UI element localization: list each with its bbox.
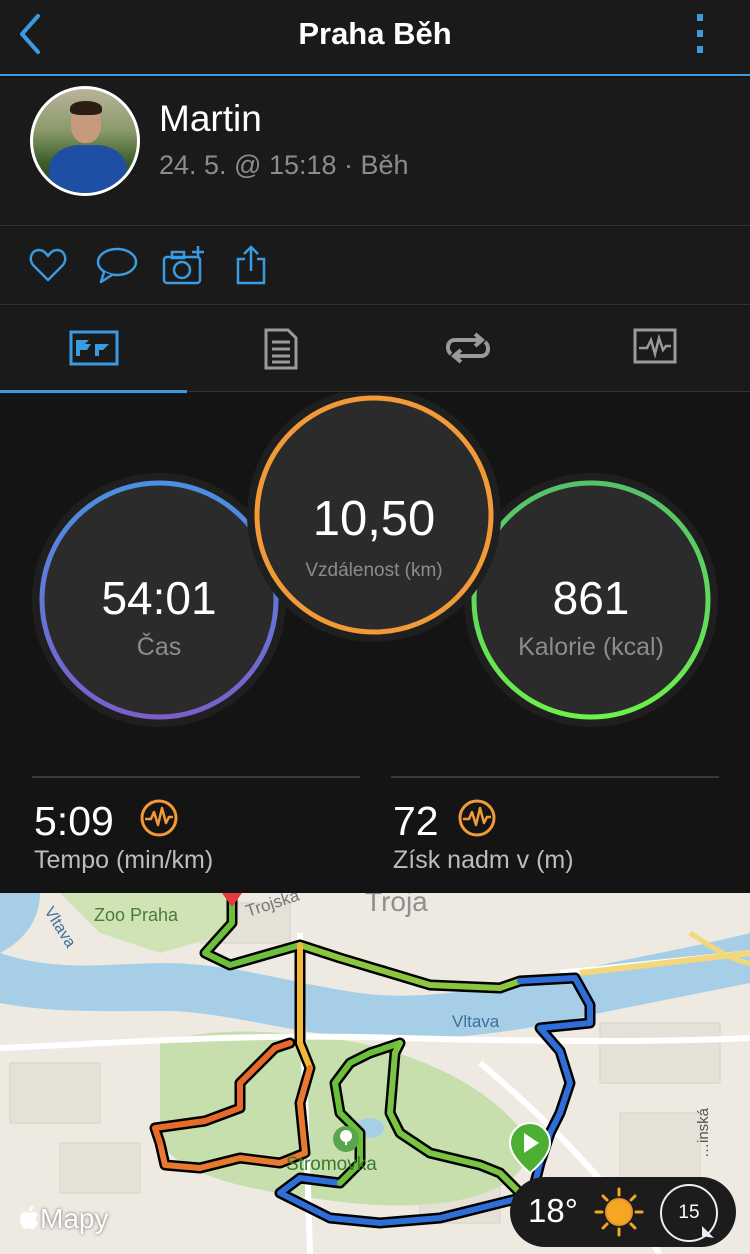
tab-details[interactable] (187, 306, 374, 392)
pace-value: 5:09 (34, 798, 114, 844)
vltava-river-label-left: Vltava (41, 904, 79, 951)
user-name[interactable]: Martin (159, 98, 262, 140)
navigation-bar: Praha Běh (0, 0, 750, 76)
weather-badge[interactable]: 18° 15 (510, 1177, 736, 1247)
street-label: …inská (695, 1107, 712, 1158)
calories-stat: 861 Kalorie (kcal) (474, 483, 708, 717)
details-list-icon (264, 328, 297, 370)
time-label: Čas (136, 633, 182, 661)
time-stat: 54:01 Čas (42, 483, 276, 717)
elevation-metric[interactable]: 72 Získ nadm v (m) (391, 776, 719, 874)
heart-icon[interactable] (28, 245, 68, 285)
troja-label: Troja (365, 893, 428, 917)
distance-stat: 10,50 Vzdálenost (km) (257, 398, 491, 632)
distance-label: Vzdálenost (km) (305, 560, 443, 581)
avatar[interactable] (30, 86, 140, 196)
park-tree-icon (333, 1126, 359, 1152)
pace-metric[interactable]: 5:09 Tempo (min/km) (32, 776, 360, 874)
tab-bar (0, 306, 750, 393)
wind-speed: 15 (678, 1202, 700, 1223)
calories-label: Kalorie (kcal) (518, 633, 664, 661)
pace-label: Tempo (min/km) (34, 846, 214, 874)
camera-add-icon[interactable] (162, 245, 206, 285)
zoo-label: Zoo Praha (94, 905, 179, 925)
calories-value: 861 (552, 572, 630, 624)
tab-laps[interactable] (374, 306, 561, 392)
elevation-value: 72 (393, 798, 439, 844)
wind-direction-icon: 15 (660, 1184, 718, 1242)
stromovka-park-label: Stromovka (286, 1154, 377, 1175)
page-title: Praha Běh (298, 16, 452, 51)
sun-icon (594, 1187, 644, 1237)
laps-icon (445, 332, 490, 364)
charts-icon (633, 328, 676, 364)
activity-header: Martin 24. 5. @ 15:18 · Běh (0, 78, 750, 226)
apple-logo-icon (20, 1205, 40, 1229)
vltava-river-label: Vltava (452, 1012, 500, 1031)
pulse-icon (139, 798, 179, 838)
map-attribution[interactable]: Mapy (20, 1203, 108, 1235)
elevation-label: Získ nadm v (m) (393, 846, 574, 874)
overview-icon (69, 330, 118, 366)
tab-overview[interactable] (0, 306, 187, 393)
more-options-icon[interactable] (694, 12, 706, 56)
time-value: 54:01 (101, 572, 217, 624)
temperature-value: 18° (528, 1192, 578, 1229)
tab-charts[interactable] (561, 306, 748, 392)
distance-value: 10,50 (312, 492, 436, 546)
activity-meta: 24. 5. @ 15:18 · Běh (159, 150, 409, 180)
pulse-icon (457, 798, 497, 838)
comment-icon[interactable] (95, 245, 139, 285)
stats-panel: 54:01 Čas 10,50 Vzdálenost (km) 861 Kalo… (0, 393, 750, 893)
action-bar (0, 227, 750, 305)
share-icon[interactable] (233, 245, 273, 285)
map-attribution-text: Mapy (40, 1203, 109, 1234)
